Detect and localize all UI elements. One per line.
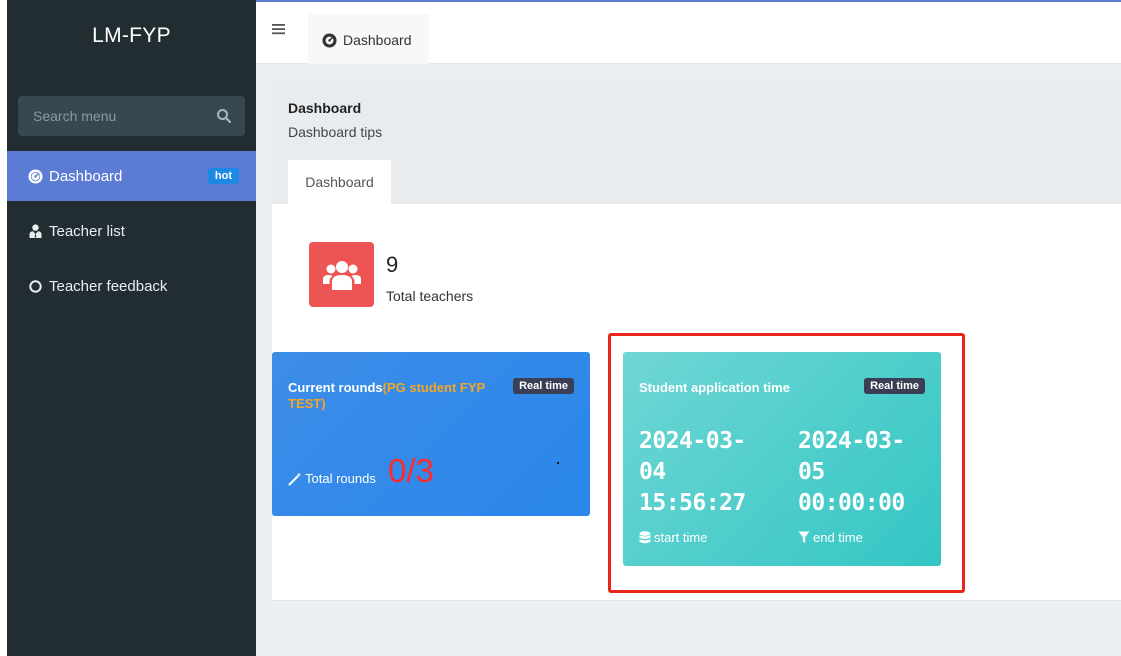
tab-dashboard-panel[interactable]: Dashboard — [288, 160, 391, 204]
magic-wand-icon — [288, 472, 302, 486]
dashboard-icon — [27, 168, 43, 184]
start-time-label: start time — [639, 530, 707, 545]
current-rounds-title: Current rounds(PG student FYP TEST) — [288, 380, 498, 412]
search-box — [18, 96, 245, 136]
total-rounds-label: Total rounds — [288, 471, 376, 486]
dashboard-icon — [322, 32, 337, 48]
end-time-label: end time — [798, 530, 863, 545]
sidebar-item-label: Teacher feedback — [49, 277, 168, 295]
sidebar-item-teacher-list[interactable]: Teacher list — [7, 206, 256, 256]
database-icon — [639, 530, 651, 545]
page-subtitle: Dashboard tips — [288, 124, 383, 140]
hot-badge: hot — [207, 168, 239, 184]
rounds-title-text: Current rounds — [288, 380, 383, 395]
end-time-value: 2024-03-05 00:00:00 — [798, 428, 905, 516]
application-time-title: Student application time — [639, 380, 790, 395]
tab-dashboard[interactable]: Dashboard — [308, 14, 429, 66]
hamburger-icon[interactable] — [272, 20, 286, 41]
search-icon[interactable] — [215, 107, 233, 125]
brand-logo[interactable]: LM-FYP — [7, 0, 256, 70]
sidebar: LM-FYP Dashboard hot Teacher list Teache… — [7, 0, 256, 656]
sidebar-item-label: Dashboard — [49, 167, 123, 185]
end-time-text: end time — [813, 530, 863, 545]
sidebar-item-teacher-feedback[interactable]: Teacher feedback — [7, 261, 256, 311]
sidebar-item-dashboard[interactable]: Dashboard hot — [7, 151, 256, 201]
frame-edge — [0, 0, 7, 656]
student-application-time-card: Student application time Real time 2024-… — [623, 352, 941, 566]
filter-icon — [798, 531, 810, 544]
topbar: Dashboard — [256, 0, 1121, 66]
real-time-badge: Real time — [864, 378, 925, 394]
total-rounds-value: 0/3 — [388, 452, 434, 489]
search-input[interactable] — [18, 96, 208, 136]
page-title: Dashboard — [288, 100, 362, 116]
start-time-text: start time — [654, 530, 708, 545]
total-teachers-value: 9 — [386, 252, 399, 277]
current-rounds-card: Current rounds(PG student FYP TEST) Real… — [272, 352, 590, 516]
tab-label: Dashboard — [343, 32, 412, 48]
sidebar-item-label: Teacher list — [49, 222, 125, 240]
users-icon — [309, 242, 374, 307]
panel-header: Dashboard Dashboard tips Dashboard — [272, 80, 1121, 204]
start-time-value: 2024-03-04 15:56:27 — [639, 428, 746, 516]
total-teachers-label: Total teachers — [386, 288, 474, 304]
real-time-badge: Real time — [513, 378, 574, 394]
circle-icon — [27, 278, 43, 294]
total-rounds-text: Total rounds — [305, 471, 376, 486]
user-tie-icon — [27, 223, 43, 239]
stray-dot — [557, 462, 559, 464]
